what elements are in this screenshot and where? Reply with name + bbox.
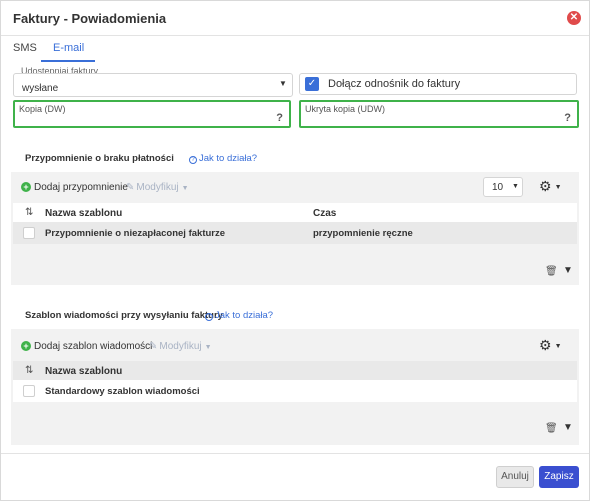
attach-link-label: Dołącz odnośnik do faktury [328,78,461,90]
column-header-time[interactable]: Czas [313,208,336,219]
reminders-table-header: ⇅ Nazwa szablonu Czas [13,203,577,223]
attach-link-field[interactable]: ✓ Dołącz odnośnik do faktury [299,73,577,95]
sort-icon[interactable]: ⇅ [25,365,33,376]
plus-circle-icon: + [21,341,31,351]
settings-gear-button[interactable]: ⚙ ▼ [539,178,562,195]
templates-title: Szablon wiadomości przy wysyłaniu faktur… [25,310,223,321]
templates-table-header: ⇅ Nazwa szablonu [13,361,577,381]
add-template-button[interactable]: + Dodaj szablon wiadomości [21,341,152,352]
share-invoice-select[interactable]: wysłane ▼ [13,73,293,97]
edit-icon: ✎ [126,182,135,193]
reminders-header: Przypomnienie o braku płatności ? Jak to … [11,144,579,172]
checkbox-checked-icon[interactable]: ✓ [305,77,319,91]
help-circle-icon: ? [189,156,197,164]
sort-icon[interactable]: ⇅ [25,207,33,218]
cc-field[interactable]: Kopia (DW) ? [13,100,291,128]
edit-icon: ✎ [149,341,158,352]
share-invoice-value: wysłane [22,83,59,94]
settings-gear-button[interactable]: ⚙ ▼ [539,337,562,354]
per-page-select[interactable]: 10 ▼ [483,177,523,197]
column-header-name[interactable]: Nazwa szablonu [45,366,122,377]
row-checkbox[interactable] [23,227,35,239]
help-circle-icon: ? [205,313,213,321]
tab-bar: SMS E-mail [1,37,589,62]
reminders-title: Przypomnienie o braku płatności [25,153,174,164]
column-header-name[interactable]: Nazwa szablonu [45,208,122,219]
edit-template-button[interactable]: ✎ Modyfikuj ▼ [149,341,212,352]
chevron-down-icon: ▼ [279,79,287,88]
save-button[interactable]: Zapisz [539,466,579,488]
trash-icon[interactable]: 🗑 [545,423,558,434]
row-name: Przypomnienie o niezapłaconej fakturze [45,228,226,239]
dialog-title: Faktury - Powiadomienia [13,11,167,26]
help-question-icon[interactable]: ? [276,112,283,124]
help-question-icon[interactable]: ? [564,112,571,124]
templates-header: Szablon wiadomości przy wysyłaniu faktur… [11,301,579,329]
plus-circle-icon: + [21,182,31,192]
row-name: Standardowy szablon wiadomości [45,386,200,397]
cc-label: Kopia (DW) [19,104,66,114]
per-page-value: 10 [492,182,504,193]
cancel-button[interactable]: Anuluj [496,466,534,488]
bcc-label: Ukryta kopia (UDW) [305,104,386,114]
filter-icon[interactable]: ▼ [563,265,573,276]
add-reminder-button[interactable]: + Dodaj przypomnienie [21,182,128,193]
row-checkbox[interactable] [23,385,35,397]
reminders-help-link[interactable]: ? Jak to działa? [189,153,257,164]
dialog-title-bar: Faktury - Powiadomienia ✕ [1,1,589,36]
table-row[interactable]: Przypomnienie o niezapłaconej fakturze p… [13,222,577,244]
tab-sms[interactable]: SMS [13,42,37,54]
templates-help-link[interactable]: ? Jak to działa? [205,310,273,321]
close-icon[interactable]: ✕ [567,11,581,25]
trash-icon[interactable]: 🗑 [545,266,558,277]
gears-icon: ⚙ [539,178,552,194]
chevron-down-icon: ▼ [512,183,519,190]
edit-reminder-button[interactable]: ✎ Modyfikuj ▼ [126,182,189,193]
filter-icon[interactable]: ▼ [563,422,573,433]
notifications-dialog: Faktury - Powiadomienia ✕ SMS E-mail Udo… [0,0,590,501]
active-tab-indicator [41,60,95,62]
row-time: przypomnienie ręczne [313,228,413,239]
bcc-field[interactable]: Ukryta kopia (UDW) ? [299,100,579,128]
gears-icon: ⚙ [539,337,552,353]
tab-email[interactable]: E-mail [53,42,84,54]
table-row[interactable]: Standardowy szablon wiadomości [13,380,577,402]
